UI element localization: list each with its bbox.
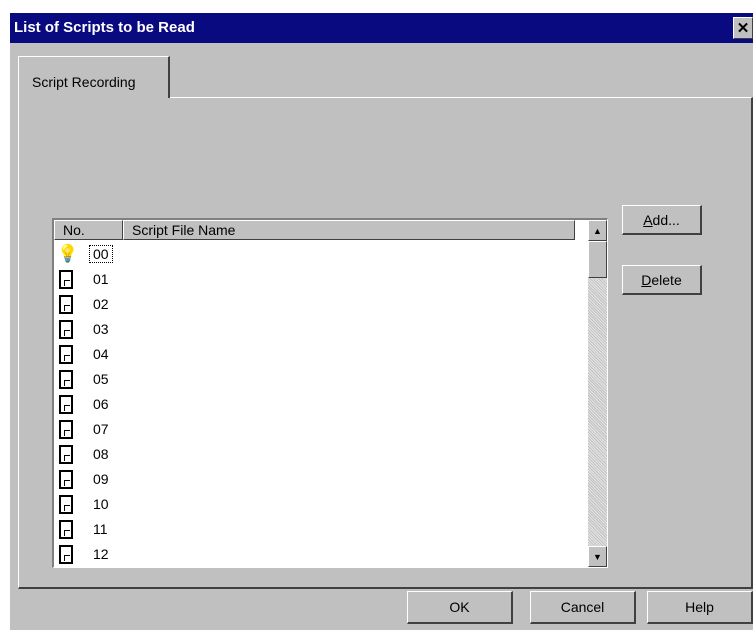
list-item-number: 04	[93, 346, 109, 362]
list-item[interactable]: 01	[54, 267, 577, 292]
ok-button[interactable]: OK	[407, 591, 513, 624]
dialog-window: List of Scripts to be Read ✕ Script Reco…	[10, 13, 753, 630]
cancel-button[interactable]: Cancel	[530, 591, 636, 624]
vertical-scrollbar[interactable]: ▲ ▼	[588, 220, 607, 567]
scroll-down-button[interactable]: ▼	[588, 546, 607, 567]
add-button[interactable]: Add...	[622, 205, 702, 235]
list-item-number: 02	[93, 296, 109, 312]
scroll-down-arrow-icon: ▼	[593, 551, 602, 562]
list-item[interactable]: 02	[54, 292, 577, 317]
help-button[interactable]: Help	[647, 591, 753, 624]
add-button-mnemonic: A	[643, 211, 653, 228]
list-item-number: 06	[93, 396, 109, 412]
list-item-number: 10	[93, 496, 109, 512]
tab-label: Script Recording	[32, 74, 136, 90]
document-icon	[59, 320, 73, 339]
list-item[interactable]: 12	[54, 542, 577, 567]
column-header-script-file-name[interactable]: Script File Name	[123, 220, 575, 240]
close-button[interactable]: ✕	[733, 17, 753, 39]
list-item[interactable]: 11	[54, 517, 577, 542]
list-item-number: 00	[89, 245, 113, 263]
close-icon: ✕	[736, 20, 750, 37]
list-body: 💡 00 01 02 03 04 05 06 07 08 09 10 11 12	[54, 242, 577, 567]
delete-button[interactable]: Delete	[622, 265, 702, 295]
window-title: List of Scripts to be Read	[14, 19, 195, 36]
scroll-up-arrow-icon: ▲	[593, 225, 602, 236]
document-icon	[59, 370, 73, 389]
document-icon	[59, 545, 73, 564]
document-icon	[59, 445, 73, 464]
list-item-number: 05	[93, 371, 109, 387]
list-item-number: 03	[93, 321, 109, 337]
delete-button-mnemonic: D	[641, 271, 652, 288]
list-item-number: 12	[93, 546, 109, 562]
title-bar[interactable]: List of Scripts to be Read ✕	[10, 13, 753, 43]
document-icon	[59, 295, 73, 314]
lightbulb-icon: 💡	[57, 244, 79, 263]
script-list[interactable]: No. Script File Name 💡 00 01 02 03 04 05 06 07 08…	[52, 218, 608, 568]
list-item[interactable]: 06	[54, 392, 577, 417]
scrollbar-thumb[interactable]	[588, 241, 607, 278]
list-item[interactable]: 04	[54, 342, 577, 367]
document-icon	[59, 495, 73, 514]
list-item[interactable]: 03	[54, 317, 577, 342]
document-icon	[59, 345, 73, 364]
list-item[interactable]: 08	[54, 442, 577, 467]
document-icon	[59, 270, 73, 289]
list-header: No. Script File Name	[54, 220, 575, 240]
column-header-no[interactable]: No.	[54, 220, 123, 240]
list-item-number: 01	[93, 271, 109, 287]
list-item[interactable]: 07	[54, 417, 577, 442]
document-icon	[59, 520, 73, 539]
delete-button-label: elete	[651, 271, 682, 288]
scroll-up-button[interactable]: ▲	[588, 220, 607, 241]
document-icon	[59, 420, 73, 439]
list-item[interactable]: 10	[54, 492, 577, 517]
tab-script-recording[interactable]: Script Recording	[18, 56, 170, 98]
list-item-number: 09	[93, 471, 109, 487]
document-icon	[59, 395, 73, 414]
list-item[interactable]: 09	[54, 467, 577, 492]
list-item-number: 08	[93, 446, 109, 462]
list-item[interactable]: 05	[54, 367, 577, 392]
document-icon	[59, 470, 73, 489]
list-item-number: 11	[93, 521, 108, 537]
list-item[interactable]: 💡 00	[54, 242, 577, 267]
add-button-label: dd...	[652, 211, 680, 228]
list-item-number: 07	[93, 421, 109, 437]
